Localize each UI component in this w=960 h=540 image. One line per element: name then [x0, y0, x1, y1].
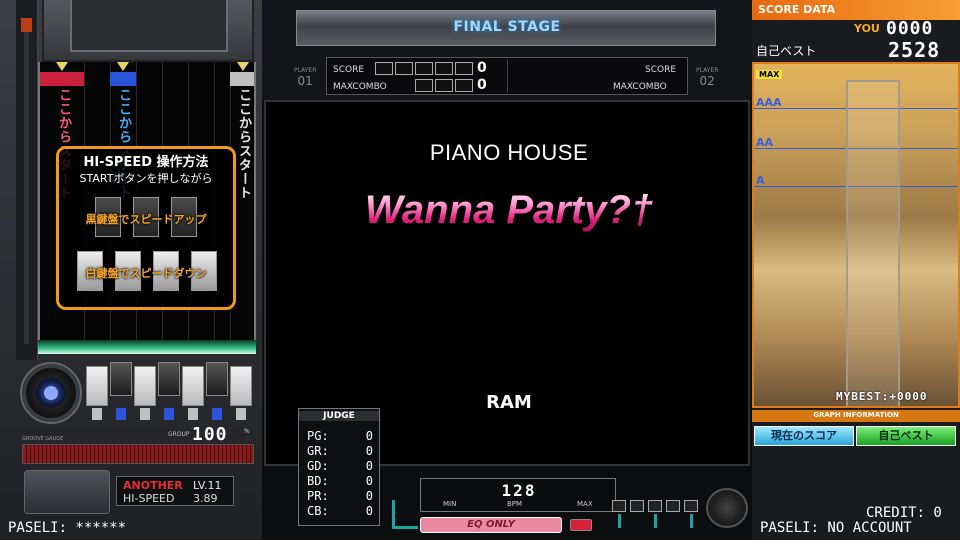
p1-maxcombo-label: MAXCOMBO [333, 82, 387, 92]
mybest-diff: MYBEST:+0000 [836, 390, 928, 403]
difficulty-level: LV.11 [193, 479, 222, 492]
grade-label-a: A [756, 174, 765, 187]
judge-title: JUDGE [299, 411, 379, 421]
bpm-display: 128 MIN BPM MAX [420, 478, 616, 512]
player-1-tag: PLAYER 01 [294, 66, 316, 87]
difficulty-name: ANOTHER [123, 479, 183, 492]
difficulty-box: ANOTHER LV.11 HI-SPEED 3.89 [116, 476, 234, 506]
status-led [570, 519, 592, 531]
p1-score-label: SCORE [333, 65, 365, 75]
lane-arrow-icon [237, 62, 249, 71]
lane-cover-frame [42, 0, 254, 62]
hispeed-label: HI-SPEED [123, 492, 175, 505]
stage-banner-text: FINAL STAGE [453, 19, 561, 35]
score-panel: SCORE 0 MAXCOMBO 0 SCORE MAXCOMBO [326, 57, 688, 95]
groove-gauge-label: GROOVE GAUGE [22, 436, 64, 442]
you-score: 0000 [886, 18, 934, 39]
key-5[interactable] [182, 366, 204, 406]
side-meter [16, 0, 38, 360]
judge-row: GD: 0 [307, 459, 373, 473]
song-title: Wanna Party?† [266, 188, 752, 233]
player-2-tag-num: 02 [699, 74, 715, 88]
hispeed-help-title: HI-SPEED 操作方法 [83, 155, 209, 170]
speaker-icon [706, 488, 748, 528]
groove-gauge-bar [22, 444, 254, 464]
lane-marker-red [40, 72, 84, 86]
p2-score-label: SCORE [645, 65, 677, 75]
max-grade-tag: MAX [756, 70, 783, 79]
bpm-label: BPM [507, 500, 523, 508]
grade-label-aa: AA [756, 136, 774, 149]
stage-banner: FINAL STAGE [296, 10, 716, 46]
player-1-tag-num: 01 [297, 74, 313, 88]
judge-row: PG: 0 [307, 429, 373, 443]
current-score-button[interactable]: 現在のスコア [754, 426, 854, 446]
start-here-text-white: ここからスタート [236, 88, 251, 200]
score-graph: MAX AAA AA A MYBEST:+0000 [752, 62, 960, 408]
score-data-title: SCORE DATA [758, 3, 836, 16]
judge-row: GR: 0 [307, 444, 373, 458]
key-3[interactable] [134, 366, 156, 406]
score-data-header: SCORE DATA [752, 0, 960, 20]
p2-maxcombo-label: MAXCOMBO [613, 82, 667, 92]
hispeed-help-box: HI-SPEED 操作方法 STARTボタンを押しながら 黒鍵盤でスピードアップ… [56, 146, 236, 310]
personal-best-label: 自己ベスト [756, 44, 817, 58]
gauge-percent: 100 [192, 424, 228, 445]
key-4[interactable] [158, 362, 180, 396]
speed-up-label: 黒鍵盤でスピードアップ [85, 213, 207, 226]
player-2-tag: PLAYER 02 [696, 66, 718, 87]
bpm-min-label: MIN [443, 500, 457, 508]
lane-marker-white [230, 72, 254, 86]
bpm-value: 128 [501, 481, 537, 500]
teal-pipe [392, 500, 395, 528]
p1-maxcombo-value: 0 [477, 77, 487, 93]
gauge-percent-unit: % [244, 428, 250, 435]
lane-arrow-icon [117, 62, 129, 71]
p1-score-value: 0 [477, 60, 487, 76]
you-label: YOU [854, 22, 880, 35]
bpm-max-label: MAX [577, 500, 593, 508]
credit-count: CREDIT: 0 [866, 505, 942, 521]
key-7[interactable] [230, 366, 252, 406]
best-score-bar [846, 80, 900, 406]
judge-row: CB: 0 [307, 504, 373, 518]
speed-down-label: 白鍵盤でスピードダウン [85, 267, 207, 280]
key-1[interactable] [86, 366, 108, 406]
graph-information-bar: GRAPH INFORMATION [752, 410, 960, 422]
panel-ornament [24, 470, 110, 514]
lane-marker-blue [110, 72, 136, 86]
gauge-group-tag: GROUP [168, 431, 190, 438]
hispeed-value: 3.89 [193, 492, 218, 505]
judge-row: BD: 0 [307, 474, 373, 488]
hispeed-help-subtitle: STARTボタンを押しながら [79, 172, 213, 185]
paseli-left: PASELI: ****** [8, 520, 127, 536]
key-2[interactable] [110, 362, 132, 396]
judge-panel: JUDGE PG: 0 GR: 0 GD: 0 BD: 0 PR: 0 CB: 0 [298, 408, 380, 526]
eq-only-text: EQ ONLY [467, 519, 515, 530]
lane-arrow-icon [56, 62, 68, 71]
personal-best-score: 2528 [888, 38, 941, 62]
eq-only-indicator: EQ ONLY [420, 517, 562, 533]
turntable-icon[interactable] [20, 362, 82, 424]
key-6[interactable] [206, 362, 228, 396]
song-genre: PIANO HOUSE [429, 140, 589, 165]
paseli-right: PASELI: NO ACCOUNT [760, 520, 912, 536]
judgement-line [38, 340, 256, 354]
personal-best-button[interactable]: 自己ベスト [856, 426, 956, 446]
graph-information-text: GRAPH INFORMATION [813, 411, 899, 419]
judge-row: PR: 0 [307, 489, 373, 503]
teal-pipe [392, 526, 418, 529]
grade-label-aaa: AAA [756, 96, 782, 109]
